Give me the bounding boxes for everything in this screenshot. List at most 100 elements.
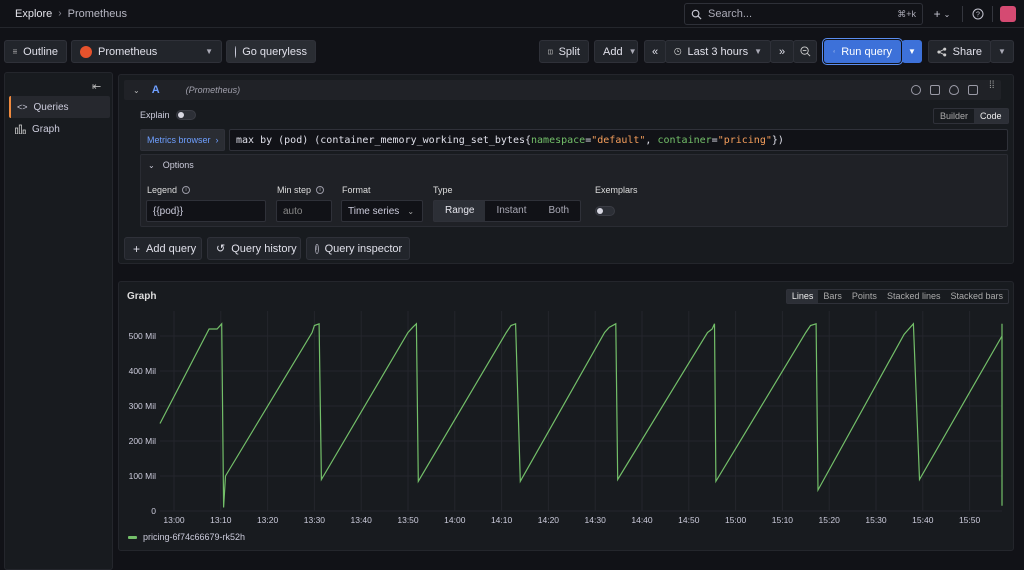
chevron-down-icon: ▼: [205, 47, 213, 56]
exemplars-switch[interactable]: [595, 206, 615, 216]
share-icon: [937, 47, 947, 56]
query-history-button[interactable]: ↺ Query history: [207, 237, 301, 260]
graph-panel: Graph Lines Bars Points Stacked lines Stacke…: [118, 281, 1014, 551]
help-icon[interactable]: [911, 85, 921, 95]
query-inspector-label: Query inspector: [324, 242, 403, 255]
min-step-input[interactable]: auto: [276, 200, 332, 222]
drag-handle-icon[interactable]: ⁞⁞: [989, 81, 995, 91]
type-option-range[interactable]: Range: [434, 201, 486, 221]
zoom-out-button[interactable]: [793, 40, 817, 63]
run-query-button[interactable]: Run query: [824, 40, 901, 63]
format-select[interactable]: Time series ⌄: [341, 200, 423, 222]
x-tick-label: 14:40: [631, 515, 653, 525]
search-icon: [691, 9, 702, 20]
expr-label-key: namespace: [531, 134, 586, 146]
breadcrumb-explore[interactable]: Explore: [15, 8, 52, 20]
format-label-text: Format: [342, 185, 371, 195]
chevron-down-icon: ▼: [754, 47, 762, 56]
x-tick-label: 13:30: [304, 515, 326, 525]
add-label: Add: [603, 45, 623, 58]
exemplars-label-text: Exemplars: [595, 185, 638, 195]
format-label: Format: [342, 185, 371, 195]
explain-toggle[interactable]: Explain: [140, 110, 196, 120]
search-input[interactable]: Search... ⌘+k: [684, 3, 923, 25]
query-row-header: ⌄ A (Prometheus): [124, 80, 1001, 100]
split-icon: [548, 49, 553, 54]
avatar[interactable]: [1000, 6, 1016, 22]
editor-mode-switch: Builder Code: [933, 108, 1009, 124]
info-icon: i: [315, 243, 319, 254]
content-outline: ⇤ <> Queries Graph: [4, 72, 113, 570]
share-button[interactable]: Share: [928, 40, 991, 63]
new-icon[interactable]: + ⌄: [930, 4, 954, 24]
mode-code[interactable]: Code: [974, 109, 1008, 123]
share-options-button[interactable]: ▼: [990, 40, 1014, 63]
refresh-icon: [833, 50, 835, 53]
datasource-picker[interactable]: Prometheus ▼: [71, 40, 222, 63]
type-option-both[interactable]: Both: [538, 201, 581, 221]
query-expression-input[interactable]: max by (pod) (container_memory_working_s…: [229, 129, 1008, 151]
query-ref-id[interactable]: A: [152, 84, 160, 96]
chevron-double-left-icon: «: [651, 45, 659, 58]
sidebar-item-label: Queries: [33, 101, 69, 113]
chevron-down-icon: ▼: [628, 47, 637, 56]
sidebar-item-queries[interactable]: <> Queries: [9, 96, 110, 118]
divider: [992, 6, 993, 22]
outline-button[interactable]: Outline: [4, 40, 67, 63]
graph-legend[interactable]: pricing-6f74c66679-rk52h: [128, 532, 245, 542]
format-select-value: Time series: [348, 205, 400, 217]
graph-bar-icon: [15, 124, 26, 134]
explain-switch[interactable]: [175, 110, 196, 120]
mode-builder[interactable]: Builder: [934, 109, 974, 123]
eye-icon[interactable]: [949, 85, 959, 95]
go-queryless-button[interactable]: Go queryless: [226, 40, 316, 63]
x-tick-label: 15:10: [772, 515, 794, 525]
options-header[interactable]: ⌄ Options: [148, 160, 194, 170]
outline-label: Outline: [23, 45, 58, 58]
chevron-down-icon: ▼: [908, 47, 916, 56]
clock-icon: [674, 48, 682, 55]
legend-label: pricing-6f74c66679-rk52h: [143, 532, 246, 542]
duplicate-icon[interactable]: [930, 85, 940, 95]
x-tick-label: 15:50: [959, 515, 981, 525]
expr-label-value: "pricing": [717, 134, 772, 146]
search-shortcut: ⌘+k: [897, 8, 916, 19]
exemplars-toggle[interactable]: [595, 206, 615, 219]
divider: [962, 6, 963, 22]
metrics-browser-button[interactable]: Metrics browser ›: [140, 129, 225, 151]
zoom-out-icon: [799, 46, 810, 57]
info-icon: i: [182, 186, 191, 194]
query-datasource-note: (Prometheus): [185, 85, 241, 95]
legend-swatch: [128, 535, 137, 539]
share-label: Share: [952, 45, 982, 58]
plus-icon: +: [133, 241, 141, 256]
run-query-options-button[interactable]: ▼: [902, 40, 922, 63]
breadcrumb: Explore › Prometheus: [0, 8, 127, 20]
legend-input[interactable]: {{pod}}: [146, 200, 266, 222]
help-icon[interactable]: ?: [970, 4, 986, 24]
min-step-label: Min step i: [277, 185, 325, 195]
x-tick-label: 14:30: [585, 515, 607, 525]
sidebar-item-graph[interactable]: Graph: [9, 118, 110, 140]
graph-chart[interactable]: 0 100 Mil 200 Mil 300 Mil 400 Mil 500 Mil 13:0…: [119, 282, 1013, 550]
query-inspector-button[interactable]: i Query inspector: [306, 237, 410, 260]
x-tick-label: 14:50: [678, 515, 700, 525]
time-forward-button[interactable]: »: [770, 40, 794, 63]
metrics-browser-label: Metrics browser: [147, 135, 211, 145]
time-range-picker[interactable]: Last 3 hours ▼: [665, 40, 771, 63]
prometheus-icon: [80, 45, 92, 58]
chevron-right-icon: ›: [215, 135, 219, 145]
time-back-button[interactable]: «: [644, 40, 666, 63]
add-query-button[interactable]: + Add query: [124, 237, 202, 260]
type-option-instant[interactable]: Instant: [485, 201, 537, 221]
split-button[interactable]: Split: [539, 40, 589, 63]
breadcrumb-current: Prometheus: [67, 7, 127, 20]
add-button[interactable]: Add ▼: [594, 40, 638, 63]
collapse-icon[interactable]: ⇤: [92, 80, 101, 93]
search-placeholder: Search...: [708, 8, 753, 20]
trash-icon[interactable]: [968, 85, 978, 95]
min-step-label-text: Min step: [277, 185, 312, 195]
chevron-down-icon[interactable]: ⌄: [133, 86, 140, 95]
exemplars-label: Exemplars: [595, 185, 638, 195]
y-tick-label: 400 Mil: [129, 366, 157, 376]
